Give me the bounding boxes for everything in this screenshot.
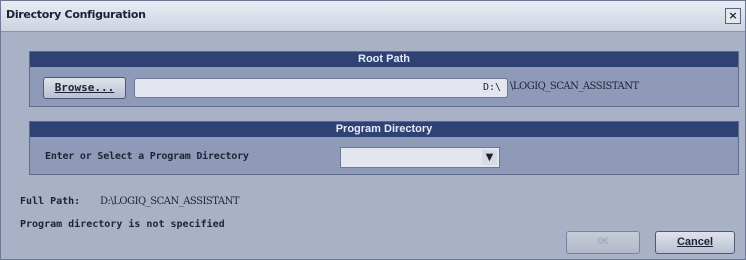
- dropdown-arrow-icon[interactable]: ▼: [482, 150, 497, 165]
- root-drive-text: D:\: [482, 82, 501, 93]
- program-directory-select[interactable]: ▼: [340, 147, 500, 168]
- program-directory-panel: Program Directory Enter or Select a Prog…: [29, 121, 739, 175]
- title-bar: Directory Configuration ×: [1, 1, 745, 32]
- browse-button[interactable]: Browse...: [43, 77, 126, 99]
- cancel-button[interactable]: Cancel: [655, 231, 735, 254]
- root-path-header: Root Path: [30, 52, 738, 67]
- close-icon: ×: [728, 9, 738, 22]
- root-folder-text: \LOGIQ_SCAN_ASSISTANT: [510, 81, 639, 92]
- ok-button[interactable]: OK: [566, 231, 640, 254]
- status-message: Program directory is not specified: [20, 219, 225, 230]
- directory-configuration-dialog: Directory Configuration × Root Path Brow…: [0, 0, 746, 260]
- close-button[interactable]: ×: [725, 8, 741, 24]
- full-path-value: D:\LOGIQ_SCAN_ASSISTANT: [100, 196, 240, 207]
- full-path-label: Full Path:: [20, 196, 81, 207]
- root-path-field[interactable]: D:\: [134, 78, 508, 98]
- root-path-panel: Root Path Browse... D:\ \LOGIQ_SCAN_ASSI…: [29, 51, 739, 107]
- program-directory-header: Program Directory: [30, 122, 738, 137]
- program-directory-prompt: Enter or Select a Program Directory: [45, 151, 249, 162]
- dialog-title: Directory Configuration: [6, 8, 146, 21]
